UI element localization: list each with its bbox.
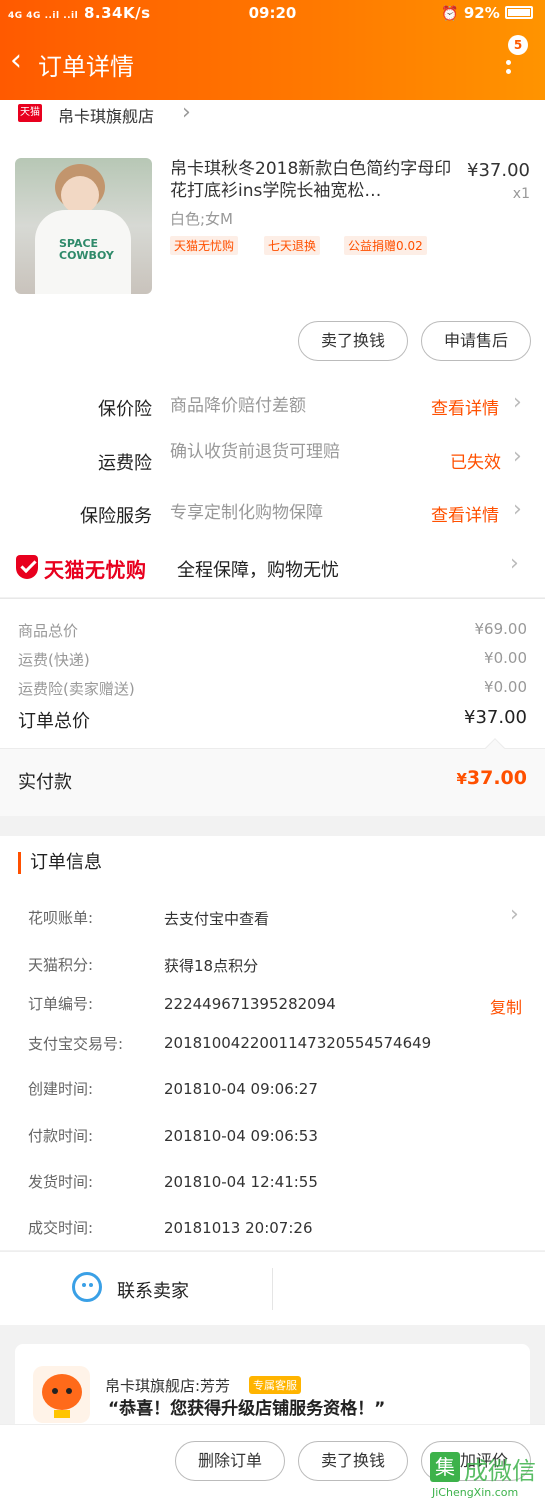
paid-label: 实付款 bbox=[18, 772, 72, 793]
shipped-time-value: 201810-04 12:41:55 bbox=[164, 1173, 318, 1191]
service-desc: 确认收货前退货可理赔 bbox=[170, 442, 340, 462]
created-time-label: 创建时间: bbox=[28, 1080, 94, 1098]
chevron-right-icon[interactable]: › bbox=[513, 444, 522, 469]
chevron-right-icon[interactable]: › bbox=[510, 902, 519, 927]
sell-button[interactable]: 卖了换钱 bbox=[298, 321, 408, 361]
page-title: 订单详情 bbox=[38, 53, 134, 81]
app-header: 4G 4G ..il ..il 8.34K/s 09:20 ⏰ 92% ‹ 订单… bbox=[0, 0, 545, 100]
order-number-label: 订单编号: bbox=[28, 995, 94, 1013]
product-tag: 公益捐赠0.02 bbox=[344, 236, 427, 255]
closed-time-label: 成交时间: bbox=[28, 1219, 94, 1237]
goods-total-value: ¥69.00 bbox=[474, 620, 528, 638]
contact-seller-button[interactable]: 联系卖家 bbox=[117, 1277, 189, 1303]
divider bbox=[272, 1268, 273, 1310]
product-tag: 天猫无忧购 bbox=[170, 236, 239, 255]
alipay-trade-label: 支付宝交易号: bbox=[28, 1035, 124, 1053]
tmall-slogan: 全程保障，购物无忧 bbox=[177, 560, 339, 581]
shipping-value: ¥0.00 bbox=[484, 649, 527, 667]
battery-indicator: ⏰ 92% bbox=[441, 4, 533, 22]
chevron-right-icon[interactable]: › bbox=[182, 100, 191, 125]
service-link[interactable]: 查看详情 bbox=[431, 501, 499, 526]
service-desc: 商品降价赔付差额 bbox=[170, 396, 306, 416]
message-sender: 帛卡琪旗舰店:芳芳 bbox=[105, 1377, 231, 1395]
shipping-label: 运费(快递) bbox=[18, 651, 90, 669]
tmall-points-value: 获得18点积分 bbox=[164, 957, 259, 975]
product-spec: 白色;女M bbox=[170, 210, 233, 228]
paid-amount: ¥37.00 bbox=[456, 767, 527, 789]
paid-time-label: 付款时间: bbox=[28, 1127, 94, 1145]
product-title[interactable]: 帛卡琪秋冬2018新款白色简约字母印花打底衫ins学院长袖宽松… bbox=[170, 158, 455, 202]
service-label: 运费险 bbox=[98, 453, 152, 474]
product-quantity: x1 bbox=[512, 186, 530, 202]
message-text: “恭喜！您获得升级店铺服务资格！” bbox=[108, 1399, 386, 1419]
service-link[interactable]: 已失效 bbox=[450, 448, 501, 473]
alarm-icon: ⏰ bbox=[441, 6, 459, 22]
chat-bubble-icon[interactable] bbox=[72, 1272, 102, 1302]
product-price: ¥37.00 bbox=[467, 160, 530, 181]
closed-time-value: 20181013 20:07:26 bbox=[164, 1219, 313, 1237]
message-count-badge[interactable]: 5 bbox=[508, 35, 528, 55]
tmall-points-label: 天猫积分: bbox=[28, 956, 94, 974]
service-label: 保险服务 bbox=[80, 506, 152, 527]
watermark-logo: 集 成微信 JiChengXin.com bbox=[428, 1448, 545, 1500]
exclusive-service-badge: 专属客服 bbox=[249, 1376, 301, 1394]
order-number-value: 222449671395282094 bbox=[164, 995, 336, 1013]
sell-button[interactable]: 卖了换钱 bbox=[298, 1441, 408, 1481]
delete-order-button[interactable]: 删除订单 bbox=[175, 1441, 285, 1481]
back-icon[interactable]: ‹ bbox=[10, 46, 22, 76]
order-total-value: ¥37.00 bbox=[464, 707, 527, 728]
shipping-insurance-label: 运费险(卖家赠送) bbox=[18, 680, 135, 698]
avatar bbox=[33, 1366, 90, 1423]
copy-button[interactable]: 复制 bbox=[490, 994, 522, 1018]
apply-aftersale-button[interactable]: 申请售后 bbox=[421, 321, 531, 361]
battery-icon bbox=[505, 6, 533, 19]
service-label: 保价险 bbox=[98, 399, 152, 420]
shipping-insurance-value: ¥0.00 bbox=[484, 678, 527, 696]
order-info-heading: 订单信息 bbox=[18, 852, 102, 874]
shield-icon bbox=[16, 555, 38, 579]
shirt-print-line-2: COWBOY bbox=[59, 249, 114, 262]
goods-total-label: 商品总价 bbox=[18, 622, 79, 640]
shipped-time-label: 发货时间: bbox=[28, 1173, 94, 1191]
more-icon[interactable] bbox=[506, 60, 512, 78]
huabei-bill-value[interactable]: 去支付宝中查看 bbox=[164, 908, 269, 929]
huabei-bill-label: 花呗账单: bbox=[28, 909, 94, 927]
chevron-right-icon[interactable]: › bbox=[510, 551, 519, 576]
paid-time-value: 201810-04 09:06:53 bbox=[164, 1127, 318, 1145]
status-bar: 4G 4G ..il ..il 8.34K/s 09:20 ⏰ 92% bbox=[0, 0, 545, 28]
product-image[interactable]: SPACE COWBOY bbox=[15, 158, 152, 294]
order-total-label: 订单总价 bbox=[18, 711, 90, 732]
chevron-right-icon[interactable]: › bbox=[513, 497, 522, 522]
store-name[interactable]: 帛卡琪旗舰店 bbox=[58, 103, 154, 127]
service-link[interactable]: 查看详情 bbox=[431, 394, 499, 419]
service-desc: 专享定制化购物保障 bbox=[170, 503, 323, 523]
alipay-trade-value: 2018100422001147320554574649 bbox=[164, 1034, 432, 1052]
product-tag: 七天退换 bbox=[264, 236, 321, 255]
tmall-store-tag: 天猫 bbox=[18, 104, 42, 122]
tmall-wuyougou-logo: 天猫无忧购 bbox=[16, 553, 161, 582]
chevron-right-icon[interactable]: › bbox=[513, 390, 522, 415]
created-time-value: 201810-04 09:06:27 bbox=[164, 1080, 318, 1098]
